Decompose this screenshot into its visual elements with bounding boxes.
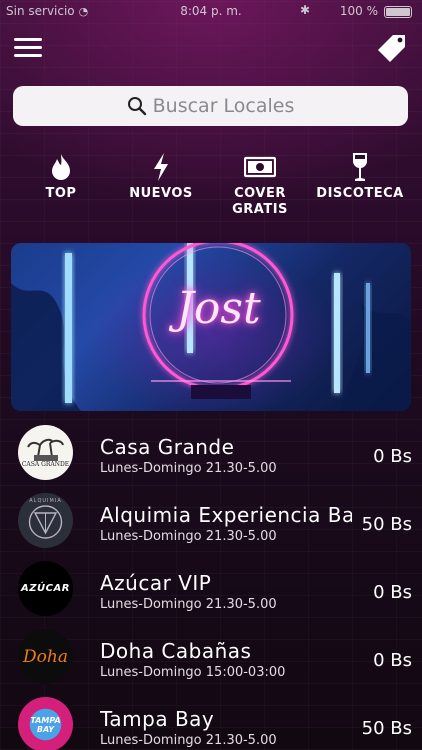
venue-name: Azúcar VIP [100,571,212,595]
category-top-label: TOP [45,186,77,201]
venue-hours: Lunes-Domingo 21.30-5.00 [100,597,277,612]
cash-bill-icon [244,156,276,178]
category-cover-gratis[interactable]: COVER GRATIS [210,150,310,218]
venue-name: Doha Cabañas [100,639,252,663]
category-cover-label: COVER GRATIS [210,186,310,218]
venue-price: 50 Bs [361,514,412,535]
battery-percent: 100 % [339,4,378,18]
tampa-bay-logo-text: TAMPA BAY [30,715,61,734]
doha-logo-text: Doha [23,646,68,667]
venue-price: 0 Bs [373,650,412,671]
azucar-logo-text: AZÚCAR [21,583,70,594]
search-placeholder: Buscar Locales [152,95,295,117]
venue-hours: Lunes-Domingo 21.30-5.00 [100,529,277,544]
category-top[interactable]: TOP [11,150,111,202]
featured-banner[interactable]: Jost [11,243,411,411]
venue-name: Casa Grande [100,435,235,459]
status-bar: Sin servicio ◔ 8:04 p. m. ✱ 100 % [0,0,422,22]
banner-logo-text: Jost [176,283,261,334]
search-bar[interactable]: Buscar Locales [13,86,408,126]
flame-icon [52,154,70,180]
venue-row-tampa-bay[interactable]: TAMPA BAY Tampa Bay Lunes-Domingo 21.30-… [0,692,422,750]
venue-price: 50 Bs [361,718,412,739]
category-bar: TOP NUEVOS COVER GRATIS DISCOTECA [0,150,422,230]
alquimia-logo-text: ALQUIMIA [29,498,62,504]
palm-tree-icon [27,438,64,461]
menu-icon[interactable] [14,38,42,58]
alquimia-logo: ALQUIMIA [18,493,73,548]
azucar-logo: AZÚCAR [18,561,73,616]
venue-price: 0 Bs [373,582,412,603]
venue-row-casa-grande[interactable]: CASA GRANDE Casa Grande Lunes-Domingo 21… [0,420,422,488]
venue-price: 0 Bs [373,446,412,467]
venue-row-doha[interactable]: Doha Doha Cabañas Lunes-Domingo 15:00-03… [0,624,422,692]
wine-glass-icon [352,153,368,181]
venue-row-alquimia[interactable]: ALQUIMIA Alquimia Experiencia Bar Lunes-… [0,488,422,556]
venue-hours: Lunes-Domingo 21.30-5.00 [100,461,277,476]
tag-icon[interactable] [376,32,408,64]
casa-grande-logo-text: CASA GRANDE [21,461,70,468]
category-nuevos[interactable]: NUEVOS [111,150,211,202]
casa-grande-logo: CASA GRANDE [18,425,73,480]
doha-logo: Doha [18,629,73,684]
category-cover-text: COVER GRATIS [232,186,288,217]
category-discoteca[interactable]: DISCOTECA [310,150,410,202]
search-icon [127,97,146,116]
lightning-bolt-icon [154,153,168,181]
venue-name: Alquimia Experiencia Bar [100,503,352,527]
bluetooth-icon: ✱ [299,3,310,17]
battery-icon [384,6,412,18]
tampa-bay-logo: TAMPA BAY [18,697,73,750]
venue-hours: Lunes-Domingo 21.30-5.00 [100,733,277,748]
venue-name: Tampa Bay [100,707,215,731]
venue-row-azucar[interactable]: AZÚCAR Azúcar VIP Lunes-Domingo 21.30-5.… [0,556,422,624]
category-nuevos-label: NUEVOS [129,186,193,201]
venue-hours: Lunes-Domingo 15:00-03:00 [100,665,286,680]
category-discoteca-label: DISCOTECA [316,186,404,201]
